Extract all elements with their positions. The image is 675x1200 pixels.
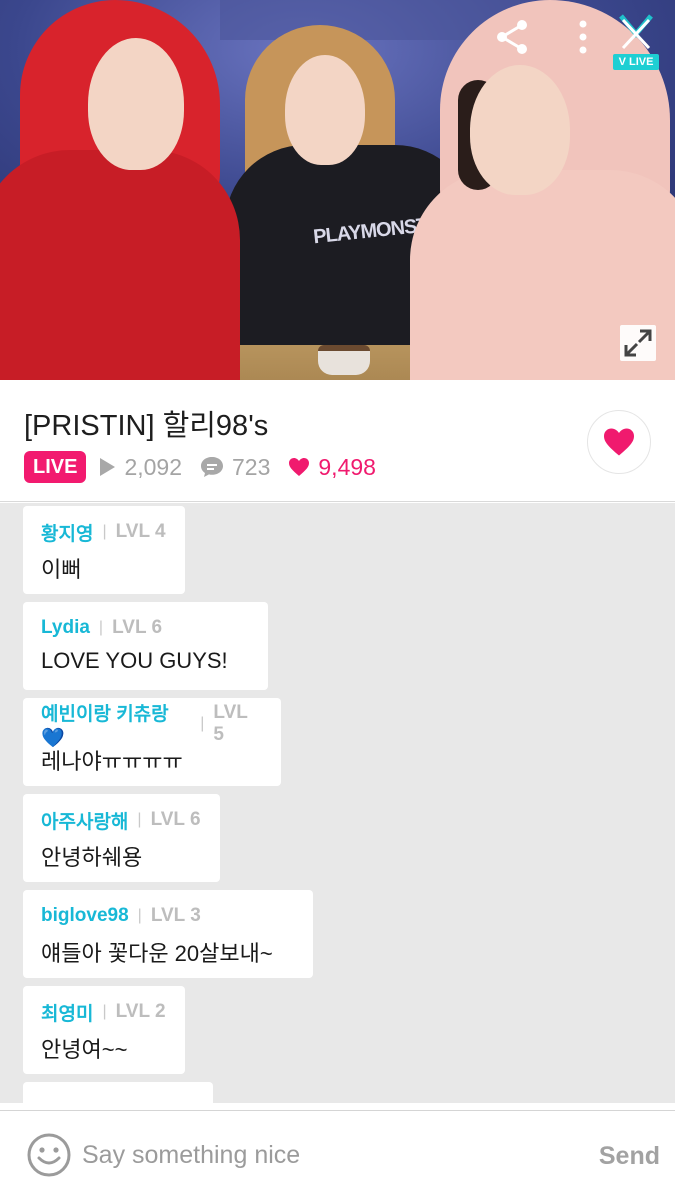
close-button[interactable]: V LIVE <box>611 12 661 70</box>
heart-icon <box>604 428 634 456</box>
separator: | <box>102 523 107 540</box>
heart-icon <box>289 458 310 476</box>
live-badge: LIVE <box>24 451 87 483</box>
share-icon[interactable] <box>494 18 532 56</box>
comment-icon <box>201 457 224 477</box>
separator: | <box>102 1003 107 1020</box>
play-icon <box>100 458 116 476</box>
separator: | <box>98 619 104 636</box>
chat-message: Lydia | LVL 6 LOVE YOU GUYS! <box>23 602 268 690</box>
heart-count: 9,498 <box>288 454 376 481</box>
like-button[interactable] <box>587 410 651 474</box>
chat-username[interactable]: 아주사랑해 <box>41 807 128 834</box>
chat-message: 예빈이랑 키츄랑💙 | LVL 5 레나야ㅠㅠㅠㅠ <box>23 698 281 786</box>
chat-username[interactable]: 최영미 <box>41 999 93 1026</box>
separator: | <box>137 907 142 924</box>
comment-count: 723 <box>200 454 270 481</box>
expand-icon[interactable] <box>620 325 656 361</box>
broadcast-stats: LIVE 2,092 723 9,498 <box>24 450 394 484</box>
close-icon[interactable] <box>611 12 661 52</box>
smile-icon[interactable] <box>26 1132 72 1178</box>
send-button[interactable]: Send <box>570 1139 660 1173</box>
chat-text: LOVE YOU GUYS! <box>41 648 228 673</box>
chat-text: 안녕여~~ <box>41 1037 128 1062</box>
chat-list[interactable]: 황지영 | LVL 4 이뻐 Lydia | LVL 6 LOVE YOU GUYS! … <box>0 503 675 1103</box>
chat-message: 아주사랑해 | LVL 6 안녕하쉐용 <box>23 794 220 882</box>
chat-message: biglove98 | LVL 3 얘들아 꽃다운 20살보내~ <box>23 890 313 978</box>
person-body <box>0 150 240 380</box>
chat-text: 얘들아 꽃다운 20살보내~ <box>41 941 273 966</box>
more-vertical-icon[interactable] <box>566 18 600 56</box>
chat-level: LVL 6 <box>112 617 163 638</box>
dessert-cup <box>318 345 370 375</box>
person-red-hoodie <box>0 0 250 380</box>
vlive-logo: V LIVE <box>613 54 659 70</box>
person-face <box>470 65 570 195</box>
chat-message: 최영미 | LVL 2 안녕여~~ <box>23 986 185 1074</box>
video-player[interactable]: PLAYMONSTER V LIVE <box>0 0 675 380</box>
separator: | <box>200 715 205 732</box>
broadcast-info: [PRISTIN] 할리98's LIVE 2,092 723 9,498 <box>0 380 675 502</box>
chat-text: 이뻐 <box>41 557 82 582</box>
chat-level: LVL 6 <box>150 809 201 830</box>
heart-count-value: 9,498 <box>318 453 376 480</box>
chat-username[interactable]: 예빈이랑 키츄랑💙 <box>41 699 191 750</box>
comment-count-value: 723 <box>232 453 271 480</box>
broadcast-title: [PRISTIN] 할리98's <box>24 410 269 442</box>
chat-level: LVL 2 <box>115 1001 166 1022</box>
comment-input[interactable] <box>82 1133 552 1177</box>
chat-username[interactable]: 황지영 <box>41 519 93 546</box>
chat-level: LVL 3 <box>150 905 201 926</box>
view-count-value: 2,092 <box>124 453 183 480</box>
chat-text: 레나야ㅠㅠㅠㅠ <box>41 749 183 774</box>
person-face <box>88 38 184 170</box>
chat-username[interactable]: Lydia <box>41 617 90 639</box>
chat-username[interactable]: biglove98 <box>41 905 129 927</box>
chat-message-partial <box>23 1082 213 1103</box>
chat-level: LVL 5 <box>213 702 248 745</box>
separator: | <box>137 811 142 828</box>
chat-message: 황지영 | LVL 4 이뻐 <box>23 506 185 594</box>
chat-text: 안녕하쉐용 <box>41 845 143 870</box>
comment-bar: Send <box>0 1110 675 1200</box>
view-count: 2,092 <box>98 454 182 481</box>
person-face <box>285 55 365 165</box>
chat-level: LVL 4 <box>115 521 166 542</box>
